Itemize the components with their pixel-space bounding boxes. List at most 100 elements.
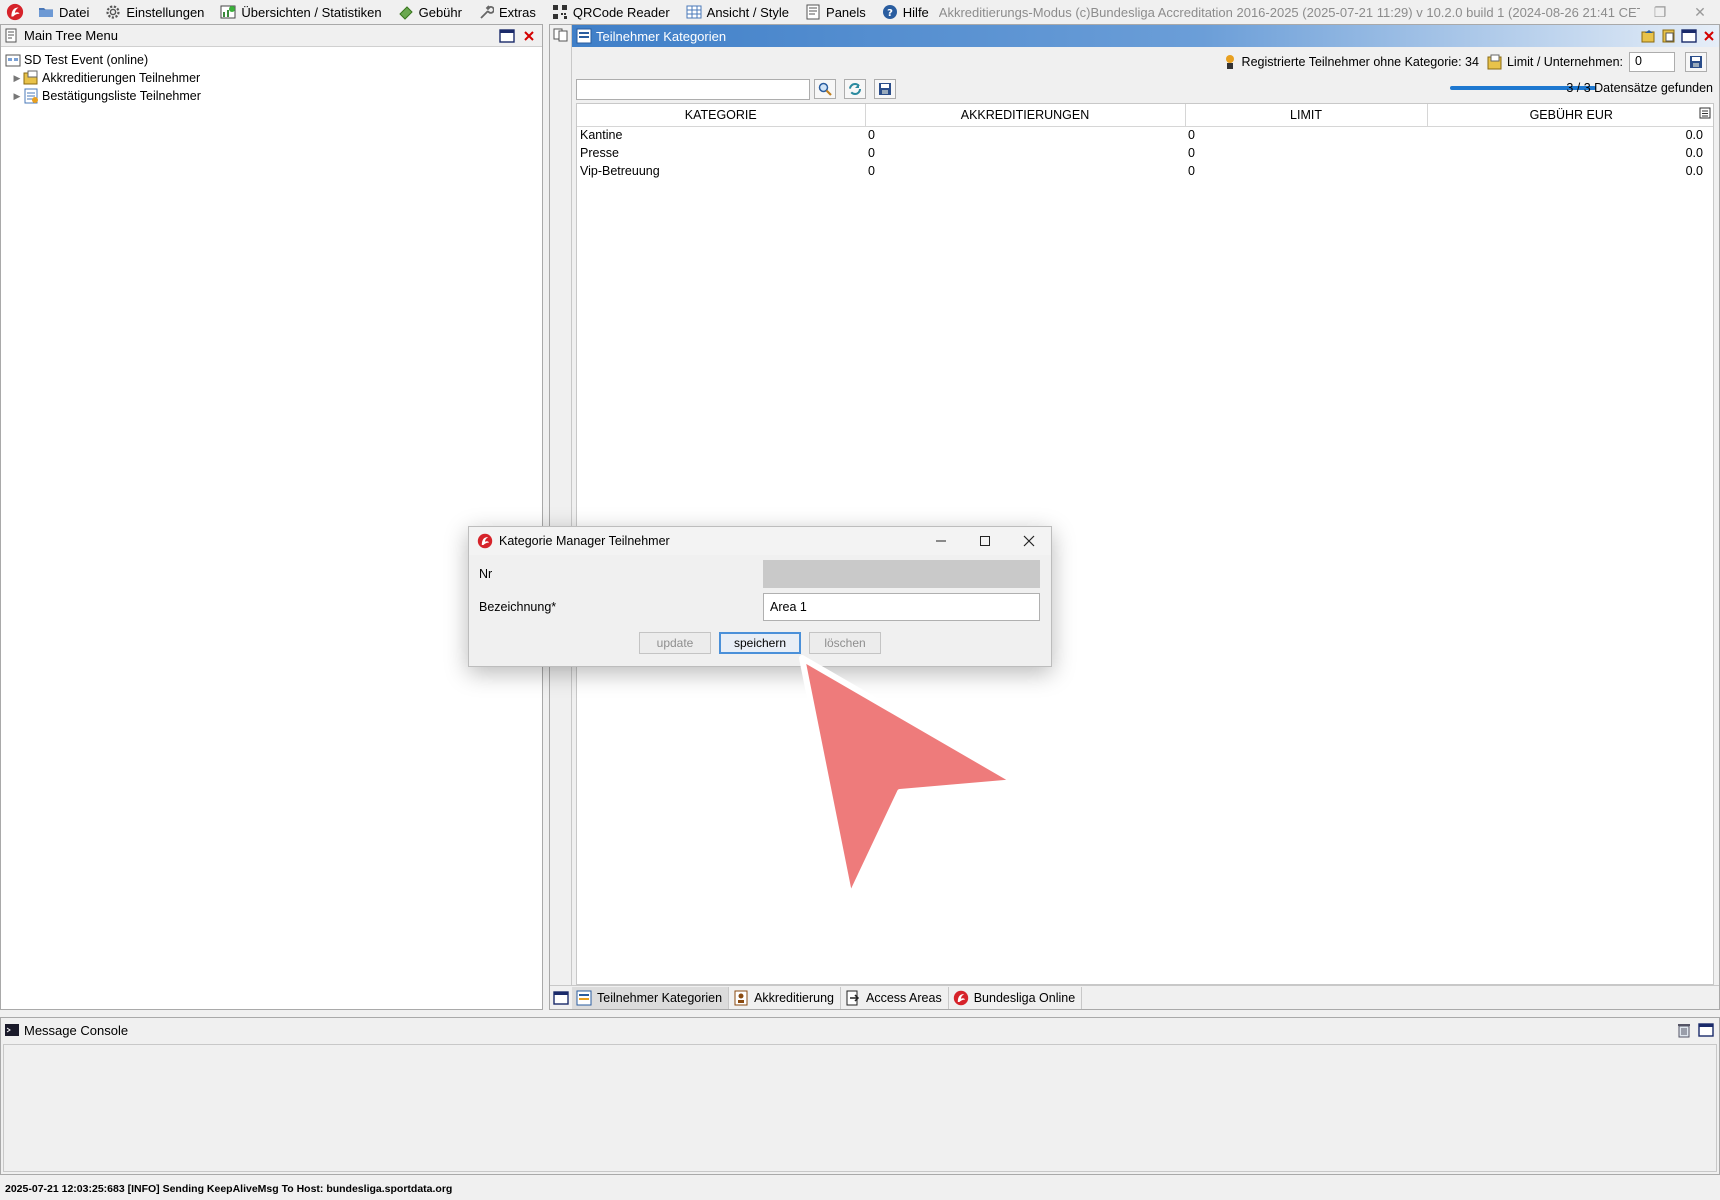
maximize-icon[interactable] — [963, 527, 1007, 555]
close-icon[interactable]: ✕ — [1680, 4, 1720, 21]
close-panel-icon[interactable] — [1699, 27, 1719, 45]
cell-limit: 0 — [1188, 128, 1195, 143]
limit-input[interactable]: 0 — [1629, 52, 1675, 72]
window-controls: ❐ ✕ — [1640, 0, 1720, 24]
column-menu-icon[interactable] — [1699, 107, 1711, 119]
bezeichnung-field[interactable]: Area 1 — [763, 593, 1040, 621]
col-header-akkreditierungen[interactable]: AKKREDITIERUNGEN — [865, 104, 1186, 127]
tree-menu-icon — [5, 28, 17, 42]
table-row[interactable]: Vip-Betreuung 0 0 0.0 — [577, 162, 1713, 180]
panel-icon — [806, 4, 820, 20]
menu-extras[interactable]: Extras — [470, 0, 544, 24]
cell-akkreditierungen: 0 — [868, 128, 875, 143]
menu-gebuehr[interactable]: Gebühr — [390, 0, 470, 24]
door-enter-icon — [846, 990, 860, 1005]
kategorien-title: Teilnehmer Kategorien — [596, 28, 727, 44]
tab-label: Access Areas — [865, 990, 942, 1005]
cell-akkreditierungen: 0 — [868, 164, 875, 178]
tab-window-icon[interactable] — [550, 986, 572, 1010]
help-icon: ? — [882, 5, 897, 19]
bundesliga-logo-icon — [953, 990, 968, 1005]
loeschen-button[interactable]: löschen — [809, 632, 881, 654]
search-input[interactable] — [576, 78, 810, 100]
status-text: 2025-07-21 12:03:25:683 [INFO] Sending K… — [5, 1183, 453, 1195]
maximize-panel-icon[interactable] — [1679, 27, 1699, 45]
accreditation-icon — [734, 990, 748, 1005]
main-tree-title: Main Tree Menu — [24, 28, 118, 43]
qrcode-icon — [552, 5, 567, 19]
tab-akkreditierung[interactable]: Akkreditierung — [729, 986, 841, 1009]
close-icon[interactable] — [1007, 527, 1051, 555]
maximize-panel-icon[interactable] — [498, 28, 516, 44]
col-header-gebuehr[interactable]: GEBÜHR EUR — [1427, 104, 1713, 127]
menu-qrcode[interactable]: QRCode Reader — [544, 0, 678, 24]
col-header-limit[interactable]: LIMIT — [1185, 104, 1428, 127]
save-limit-button[interactable] — [1685, 52, 1707, 72]
export-icon[interactable] — [1639, 27, 1659, 45]
panel-side-strip — [550, 25, 572, 1009]
tab-bundesliga-online[interactable]: Bundesliga Online — [949, 986, 1083, 1009]
document-list-icon — [24, 88, 38, 104]
grid-icon — [686, 5, 702, 19]
tab-access-areas[interactable]: Access Areas — [841, 986, 949, 1009]
col-header-kategorie[interactable]: KATEGORIE — [577, 104, 866, 127]
folder-users-icon — [23, 70, 38, 85]
dialog-titlebar: Kategorie Manager Teilnehmer — [469, 527, 1051, 555]
clipboard-icon[interactable] — [1659, 27, 1679, 45]
message-console: Message Console — [0, 1017, 1720, 1175]
tab-teilnehmer-kategorien[interactable]: Teilnehmer Kategorien — [572, 986, 730, 1009]
table-row[interactable]: Kantine 0 0 0.0 — [577, 126, 1713, 144]
maximize-panel-icon[interactable] — [1697, 1022, 1715, 1038]
menu-panels[interactable]: Panels — [797, 0, 874, 24]
panel-tabs: Teilnehmer Kategorien Akkreditierung Acc… — [550, 985, 1719, 1009]
maximize-icon[interactable]: ❐ — [1640, 4, 1680, 21]
window-title: Akkreditierungs-Modus (c)Bundesliga Accr… — [938, 4, 1640, 20]
cell-kategorie: Vip-Betreuung — [580, 164, 660, 178]
console-output[interactable] — [3, 1044, 1717, 1172]
tree-item-akkreditierungen[interactable]: ▶ Akkreditierungen Teilnehmer — [5, 69, 538, 87]
kategorien-header: Teilnehmer Kategorien — [572, 25, 1719, 47]
minimize-icon[interactable] — [919, 527, 963, 555]
menu-datei[interactable]: Datei — [30, 0, 97, 24]
status-bar: 2025-07-21 12:03:25:683 [INFO] Sending K… — [0, 1178, 1720, 1200]
nr-row: Nr — [479, 560, 1040, 588]
close-panel-icon[interactable] — [520, 28, 538, 44]
console-title: Message Console — [24, 1022, 129, 1038]
speichern-button[interactable]: speichern — [719, 632, 801, 654]
cell-gebuehr: 0.0 — [1685, 128, 1703, 143]
search-icon — [818, 82, 832, 96]
category-icon — [576, 990, 592, 1005]
menu-ansicht[interactable]: Ansicht / Style — [678, 0, 797, 24]
unassigned-count: Registrierte Teilnehmer ohne Kategorie: … — [1241, 55, 1479, 69]
folder-icon — [39, 8, 53, 17]
trash-icon[interactable] — [1675, 1022, 1693, 1038]
save-table-button[interactable] — [874, 79, 896, 99]
panel-switch-icon[interactable] — [553, 28, 569, 42]
menu-hilfe-label: Hilfe — [902, 4, 929, 20]
bezeichnung-row: Bezeichnung* Area 1 — [479, 593, 1040, 621]
app-logo-icon[interactable] — [6, 3, 24, 21]
expand-icon[interactable]: ▶ — [11, 73, 23, 84]
person-warning-icon — [1225, 55, 1234, 69]
refresh-button[interactable] — [844, 79, 866, 99]
tree-item-bestaetigungsliste[interactable]: ▶ Bestätigungsliste Teilnehmer — [5, 87, 538, 105]
update-button[interactable]: update — [639, 632, 711, 654]
info-bar: Registrierte Teilnehmer ohne Kategorie: … — [572, 49, 1719, 75]
menu-einstellungen-label: Einstellungen — [126, 4, 205, 20]
tree-item-event[interactable]: SD Test Event (online) — [5, 51, 538, 69]
table-row[interactable]: Presse 0 0 0.0 — [577, 144, 1713, 162]
limit-label: Limit / Unternehmen: — [1506, 55, 1623, 69]
cell-gebuehr: 0.0 — [1685, 146, 1703, 160]
expand-icon[interactable]: ▶ — [11, 91, 23, 102]
nr-label: Nr — [479, 567, 493, 581]
cell-kategorie: Presse — [580, 146, 619, 160]
console-icon — [5, 1024, 19, 1036]
menu-panels-label: Panels — [826, 4, 866, 20]
kategorien-panel: Teilnehmer Kategorien Registrierte Teiln… — [549, 24, 1720, 1010]
money-icon — [398, 6, 413, 20]
search-button[interactable] — [814, 79, 836, 99]
menu-extras-label: Extras — [498, 4, 536, 20]
menu-uebersichten[interactable]: Übersichten / Statistiken — [212, 0, 389, 24]
menu-einstellungen[interactable]: Einstellungen — [97, 0, 212, 24]
menu-hilfe[interactable]: ? Hilfe — [874, 0, 937, 24]
